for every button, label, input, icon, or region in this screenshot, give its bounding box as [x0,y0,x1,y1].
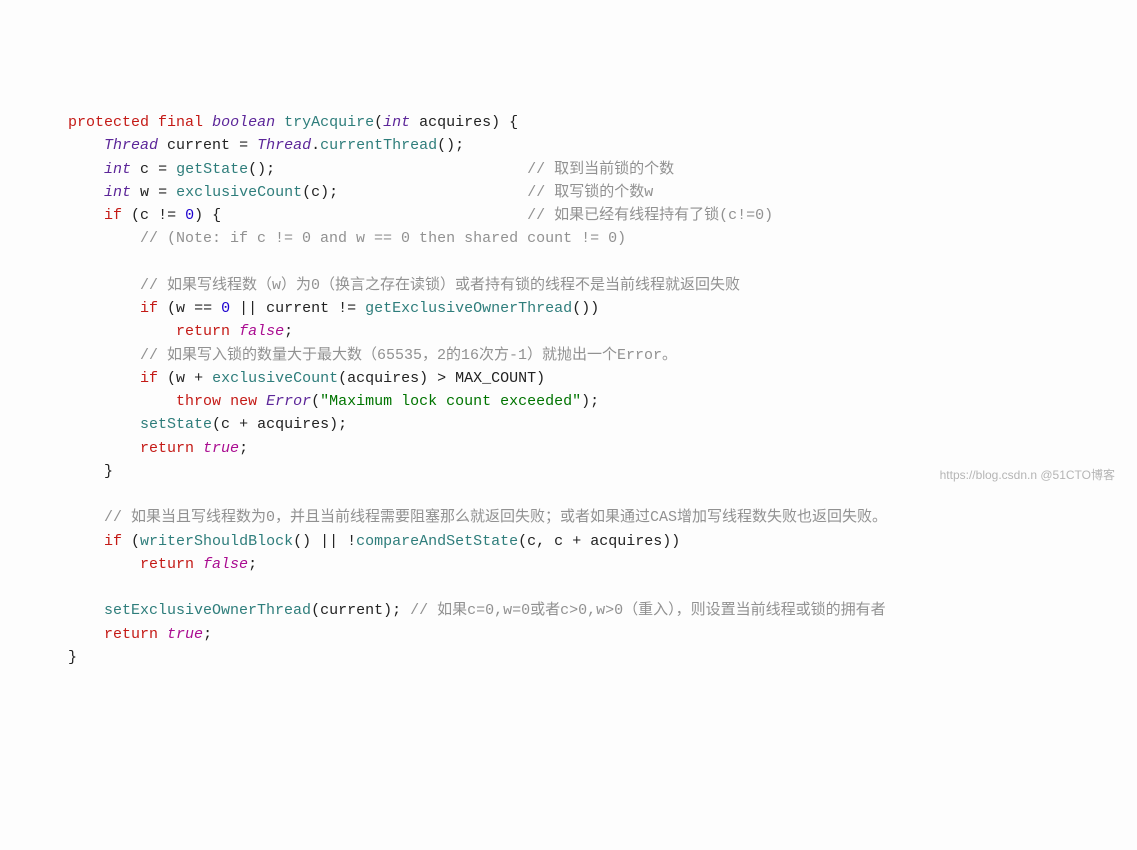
comment-l10: // 如果写入锁的数量大于最大数（65535，2的16次方-1）就抛出一个Err… [140,347,677,364]
type-boolean: boolean [212,114,275,131]
class-thread: Thread [257,137,311,154]
keyword-if: if [104,207,122,224]
call-getExclusiveOwnerThread: getExclusiveOwnerThread [365,300,572,317]
keyword-new: new [230,393,257,410]
call-setExclusiveOwnerThread: setExclusiveOwnerThread [104,602,311,619]
var-current: current [266,300,329,317]
bool-true: true [167,626,203,643]
call-setState: setState [140,416,212,433]
call-compareAndSetState: compareAndSetState [356,533,518,550]
call-writerShouldBlock: writerShouldBlock [140,533,293,550]
call-exclusiveCount: exclusiveCount [176,184,302,201]
comment-l15: // 如果当且写线程数为0，并且当前线程需要阻塞那么就返回失败；或者如果通过CA… [104,509,887,526]
comment-l7: // 如果写线程数（w）为0（换言之存在读锁）或者持有锁的线程不是当前线程就返回… [140,277,740,294]
keyword-throw: throw [176,393,221,410]
bool-true: true [203,440,239,457]
arg-c: c [221,416,230,433]
param-acquires: acquires [419,114,491,131]
bool-false: false [239,323,284,340]
keyword-final: final [158,114,203,131]
keyword-if: if [140,370,158,387]
num-0: 0 [221,300,230,317]
var-w: w [176,370,185,387]
arg-acquires: acquires [590,533,662,550]
type-thread: Thread [104,137,158,154]
code-block: protected final boolean tryAcquire(int a… [68,111,1137,669]
comment-l3: // 取到当前锁的个数 [527,161,674,178]
bool-false: false [203,556,248,573]
comment-l5: // 如果已经有线程持有了锁(c!=0) [527,207,773,224]
arg-current: current [320,602,383,619]
keyword-if: if [140,300,158,317]
type-int: int [104,184,131,201]
comment-l6: // (Note: if c != 0 and w == 0 then shar… [140,230,626,247]
type-int: int [383,114,410,131]
keyword-return: return [176,323,230,340]
var-w: w [176,300,185,317]
arg-c: c [554,533,563,550]
arg-acquires: acquires [257,416,329,433]
const-max: MAX_COUNT [455,370,536,387]
keyword-return: return [140,440,194,457]
arg-c: c [311,184,320,201]
var-current: current [167,137,230,154]
var-w: w [140,184,149,201]
var-c: c [140,161,149,178]
call-currentThread: currentThread [320,137,437,154]
string-literal: "Maximum lock count exceeded" [320,393,581,410]
type-error: Error [266,393,311,410]
keyword-return: return [140,556,194,573]
arg-acquires: acquires [347,370,419,387]
comment-l4: // 取写锁的个数w [527,184,653,201]
keyword-return: return [104,626,158,643]
arg-c: c [527,533,536,550]
type-int: int [104,161,131,178]
watermark: https://blog.csdn.n @51CTO博客 [940,466,1115,485]
comment-l18: // 如果c=0,w=0或者c>0,w>0（重入），则设置当前线程或锁的拥有者 [410,602,886,619]
var-c: c [140,207,149,224]
keyword-if: if [104,533,122,550]
num-0: 0 [185,207,194,224]
call-getState: getState [176,161,248,178]
keyword-protected: protected [68,114,149,131]
call-exclusiveCount: exclusiveCount [212,370,338,387]
method-tryAcquire: tryAcquire [284,114,374,131]
